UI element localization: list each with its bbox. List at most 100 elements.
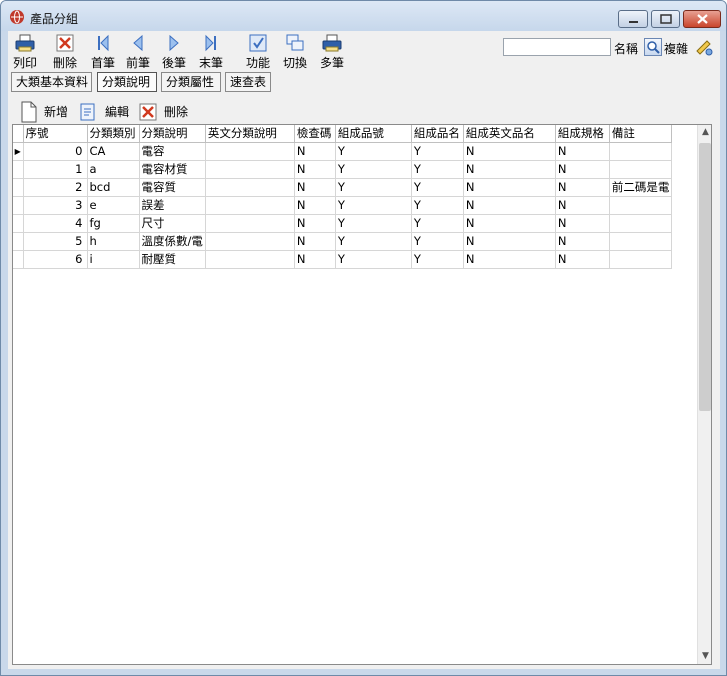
table-cell[interactable]: N: [294, 232, 336, 251]
scroll-down-icon[interactable]: ▼: [698, 649, 711, 664]
table-cell[interactable]: [205, 214, 295, 233]
table-cell[interactable]: 4: [23, 214, 88, 233]
table-cell[interactable]: [609, 160, 673, 179]
table-cell[interactable]: bcd: [87, 178, 140, 197]
column-header[interactable]: 組成品號: [335, 125, 412, 143]
column-header[interactable]: 組成品名: [411, 125, 464, 143]
table-cell[interactable]: Y: [335, 142, 412, 161]
table-cell[interactable]: Y: [335, 232, 412, 251]
table-cell[interactable]: [609, 142, 673, 161]
table-row[interactable]: ▶ 0 CA 電容 N Y Y N N: [13, 142, 673, 161]
table-cell[interactable]: Y: [411, 142, 464, 161]
table-row[interactable]: 5 h 溫度係數/電 N Y Y N N: [13, 232, 673, 251]
table-row[interactable]: 3 e 誤差 N Y Y N N: [13, 196, 673, 215]
table-cell[interactable]: N: [555, 214, 610, 233]
table-cell[interactable]: N: [294, 142, 336, 161]
column-header[interactable]: 序號: [23, 125, 88, 143]
last-record-button[interactable]: 末筆: [197, 33, 225, 71]
table-cell[interactable]: Y: [411, 178, 464, 197]
table-cell[interactable]: N: [555, 178, 610, 197]
vertical-scrollbar[interactable]: ▲ ▼: [697, 125, 711, 664]
table-cell[interactable]: N: [294, 160, 336, 179]
minimize-button[interactable]: [618, 10, 648, 28]
table-cell[interactable]: 0: [23, 142, 88, 161]
close-button[interactable]: [683, 10, 721, 28]
switch-button[interactable]: 切換: [281, 33, 309, 71]
table-cell[interactable]: Y: [411, 214, 464, 233]
scroll-thumb[interactable]: [699, 143, 711, 411]
table-cell[interactable]: 電容材質: [139, 160, 206, 179]
table-cell[interactable]: Y: [411, 232, 464, 251]
table-cell[interactable]: Y: [335, 250, 412, 269]
print-button[interactable]: 列印: [10, 33, 40, 71]
table-cell[interactable]: Y: [335, 214, 412, 233]
table-cell[interactable]: 電容: [139, 142, 206, 161]
table-cell[interactable]: N: [463, 142, 556, 161]
tab-quick-lookup[interactable]: 速查表: [225, 72, 271, 92]
column-header[interactable]: 檢查碼: [294, 125, 336, 143]
table-cell[interactable]: N: [463, 178, 556, 197]
table-cell[interactable]: e: [87, 196, 140, 215]
table-cell[interactable]: N: [463, 232, 556, 251]
table-cell[interactable]: N: [463, 250, 556, 269]
function-button[interactable]: 功能: [244, 33, 272, 71]
table-cell[interactable]: Y: [411, 196, 464, 215]
table-cell[interactable]: N: [294, 178, 336, 197]
table-cell[interactable]: N: [555, 232, 610, 251]
table-cell[interactable]: 耐壓質: [139, 250, 206, 269]
table-cell[interactable]: Y: [335, 160, 412, 179]
scroll-up-icon[interactable]: ▲: [698, 125, 711, 140]
table-cell[interactable]: Y: [335, 178, 412, 197]
column-header[interactable]: 組成規格: [555, 125, 610, 143]
row-indicator[interactable]: [13, 196, 24, 215]
column-header[interactable]: 備註: [609, 125, 673, 143]
table-cell[interactable]: N: [463, 214, 556, 233]
delete-button[interactable]: 刪除: [138, 101, 192, 123]
table-cell[interactable]: 1: [23, 160, 88, 179]
table-cell[interactable]: N: [294, 196, 336, 215]
edit-button[interactable]: 編輯: [78, 101, 132, 123]
prev-record-button[interactable]: 前筆: [124, 33, 152, 71]
tab-category-basic[interactable]: 大類基本資料: [11, 72, 92, 92]
multi-record-button[interactable]: 多筆: [318, 33, 346, 71]
table-cell[interactable]: [609, 196, 673, 215]
table-cell[interactable]: h: [87, 232, 140, 251]
column-header[interactable]: 組成英文品名: [463, 125, 556, 143]
table-cell[interactable]: N: [555, 160, 610, 179]
table-cell[interactable]: CA: [87, 142, 140, 161]
tab-category-attributes[interactable]: 分類屬性: [161, 72, 221, 92]
title-bar[interactable]: 產品分組: [1, 1, 726, 31]
table-cell[interactable]: N: [555, 250, 610, 269]
table-row[interactable]: 2 bcd 電容質 N Y Y N N 前二碼是電: [13, 178, 673, 197]
table-cell[interactable]: 前二碼是電: [609, 178, 673, 197]
column-header[interactable]: 英文分類說明: [205, 125, 295, 143]
toolbar-delete-button[interactable]: 刪除: [50, 33, 80, 71]
row-indicator[interactable]: [13, 232, 24, 251]
tools-button[interactable]: [694, 37, 714, 57]
table-cell[interactable]: [205, 250, 295, 269]
table-cell[interactable]: [609, 232, 673, 251]
table-cell[interactable]: Y: [411, 160, 464, 179]
table-cell[interactable]: 溫度係數/電: [139, 232, 206, 251]
row-indicator[interactable]: [13, 214, 24, 233]
table-cell[interactable]: 6: [23, 250, 88, 269]
current-row-indicator-icon[interactable]: ▶: [13, 142, 24, 161]
table-cell[interactable]: i: [87, 250, 140, 269]
table-cell[interactable]: Y: [411, 250, 464, 269]
table-cell[interactable]: 5: [23, 232, 88, 251]
table-row[interactable]: 4 fg 尺寸 N Y Y N N: [13, 214, 673, 233]
table-cell[interactable]: N: [463, 160, 556, 179]
table-cell[interactable]: 2: [23, 178, 88, 197]
table-cell[interactable]: [205, 232, 295, 251]
table-cell[interactable]: N: [555, 142, 610, 161]
add-button[interactable]: 新增: [20, 101, 72, 123]
table-cell[interactable]: Y: [335, 196, 412, 215]
tab-category-description[interactable]: 分類說明: [97, 72, 157, 92]
table-row[interactable]: 6 i 耐壓質 N Y Y N N: [13, 250, 673, 269]
next-record-button[interactable]: 後筆: [160, 33, 188, 71]
table-cell[interactable]: a: [87, 160, 140, 179]
search-input[interactable]: [503, 38, 611, 56]
table-cell[interactable]: 尺寸: [139, 214, 206, 233]
table-cell[interactable]: [205, 142, 295, 161]
table-cell[interactable]: N: [463, 196, 556, 215]
